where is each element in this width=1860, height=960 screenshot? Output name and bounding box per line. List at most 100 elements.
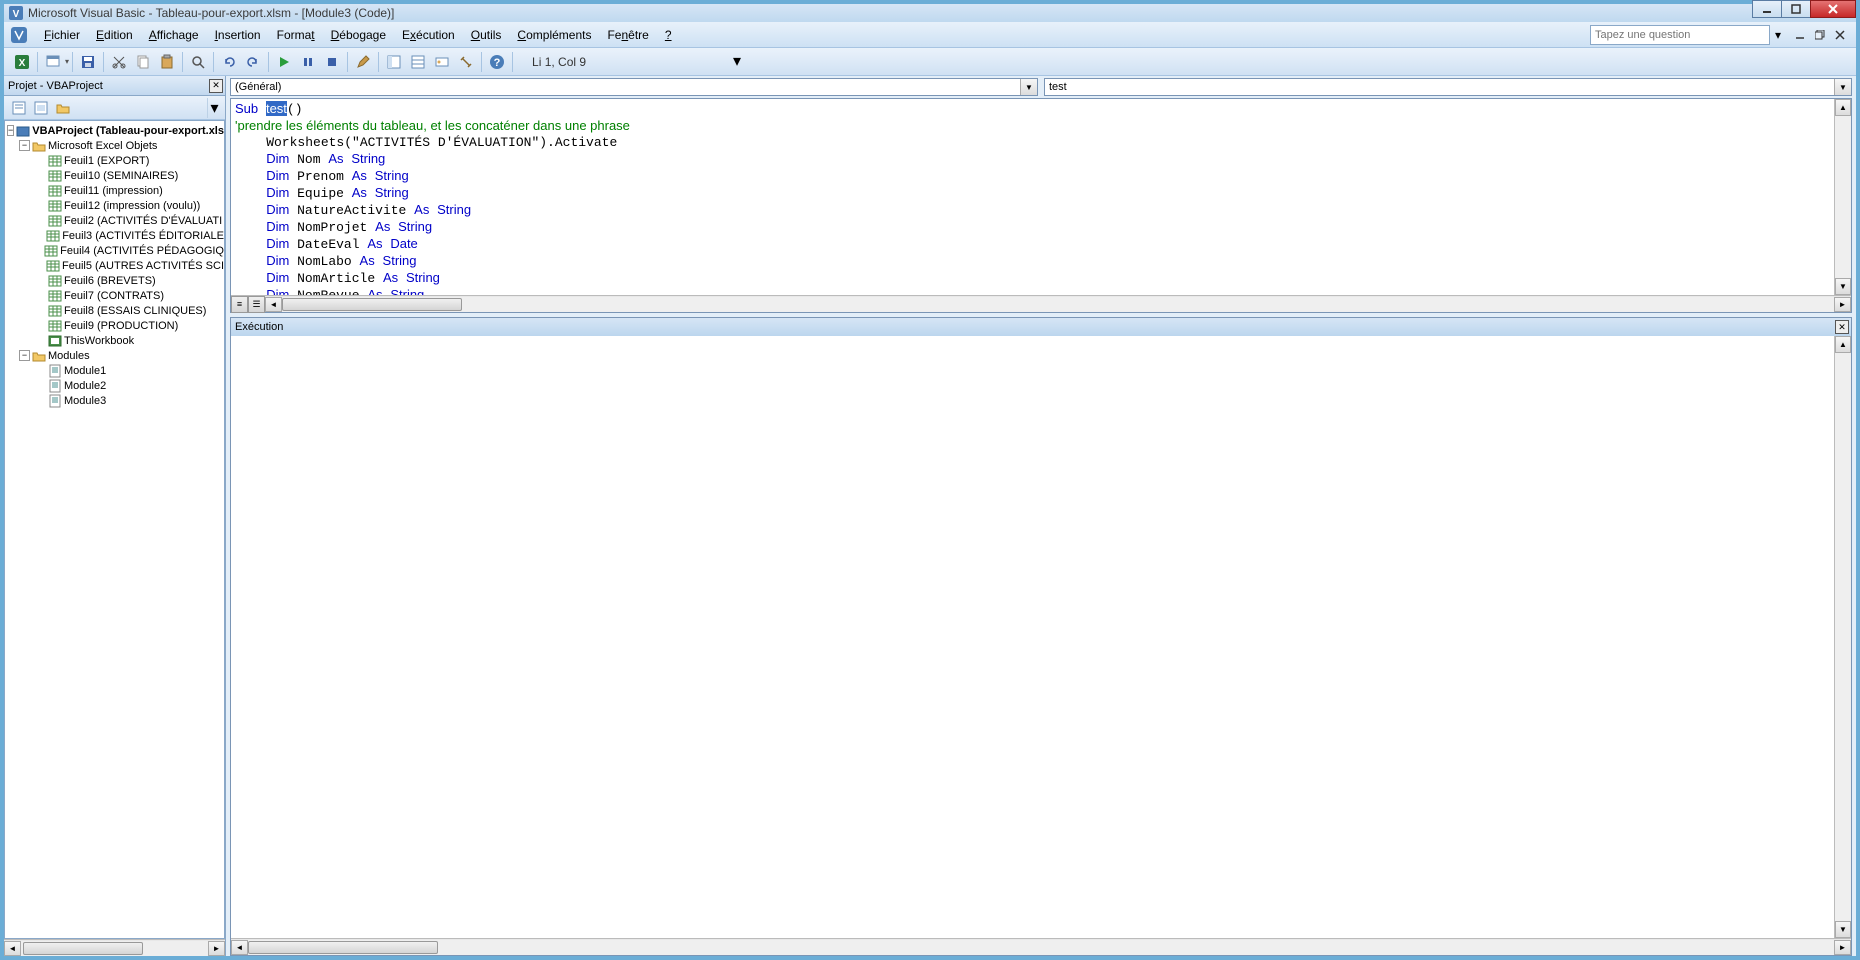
tree-sheet-item[interactable]: Feuil6 (BREVETS) (5, 273, 224, 288)
help-icon[interactable]: ? (486, 51, 508, 73)
menu-file[interactable]: Fichier (36, 25, 88, 45)
tree-module-item[interactable]: Module3 (5, 393, 224, 408)
copy-icon[interactable] (132, 51, 154, 73)
tree-sheet-item[interactable]: Feuil10 (SEMINAIRES) (5, 168, 224, 183)
panel-toolbar-scroll[interactable]: ▾ (207, 98, 221, 118)
procedure-view-button[interactable]: ≡ (231, 296, 248, 313)
menu-window[interactable]: Fenêtre (599, 25, 656, 45)
project-panel-close-button[interactable]: ✕ (209, 79, 223, 93)
tree-module-item[interactable]: Module1 (5, 363, 224, 378)
hscroll-left-arrow[interactable]: ◄ (265, 297, 282, 312)
project-explorer-icon[interactable] (383, 51, 405, 73)
hscroll-right-arrow[interactable]: ► (1834, 940, 1851, 955)
tree-sheet-item[interactable]: Feuil9 (PRODUCTION) (5, 318, 224, 333)
close-button[interactable] (1810, 0, 1856, 18)
maximize-button[interactable] (1781, 0, 1811, 18)
question-dropdown-arrow[interactable]: ▾ (1771, 24, 1785, 46)
svg-text:?: ? (494, 57, 501, 69)
hscroll-left-arrow[interactable]: ◄ (231, 940, 248, 955)
cursor-position: Li 1, Col 9 (526, 53, 592, 71)
app-icon: V (8, 5, 24, 21)
svg-text:X: X (19, 58, 26, 69)
tree-sheet-item[interactable]: Feuil7 (CONTRATS) (5, 288, 224, 303)
menu-addins[interactable]: Compléments (509, 25, 599, 45)
minimize-button[interactable] (1752, 0, 1782, 18)
code-vscroll[interactable]: ▲ ▼ (1834, 99, 1851, 295)
menu-run[interactable]: Exécution (394, 25, 463, 45)
object-browser-icon[interactable] (431, 51, 453, 73)
menu-tools[interactable]: Outils (463, 25, 510, 45)
mdi-restore-button[interactable] (1812, 27, 1828, 43)
insert-userform-icon[interactable] (42, 51, 64, 73)
break-icon[interactable] (297, 51, 319, 73)
tree-sheet-item[interactable]: Feuil2 (ACTIVITÉS D'ÉVALUATI (5, 213, 224, 228)
title-bar: V Microsoft Visual Basic - Tableau-pour-… (4, 4, 1856, 22)
project-panel-header: Projet - VBAProject ✕ (4, 76, 225, 96)
view-excel-icon[interactable]: X (11, 51, 33, 73)
immediate-vscroll[interactable]: ▲ ▼ (1834, 336, 1851, 938)
view-object-icon[interactable] (31, 98, 51, 118)
immediate-panel-title: Exécution (235, 321, 283, 333)
full-module-view-button[interactable]: ☰ (248, 296, 265, 313)
procedure-dropdown[interactable]: test ▼ (1044, 78, 1852, 96)
menu-bar: Fichier Edition Affichage Insertion Form… (4, 22, 1856, 48)
tree-root[interactable]: − VBAProject (Tableau-pour-export.xlsm) (5, 123, 224, 138)
vscroll-down-arrow[interactable]: ▼ (1835, 278, 1851, 295)
menu-help[interactable]: ? (657, 25, 680, 45)
hscroll-right-arrow[interactable]: ► (208, 941, 225, 956)
project-panel-title: Projet - VBAProject (8, 80, 103, 92)
tree-sheet-item[interactable]: Feuil4 (ACTIVITÉS PÉDAGOGIQ (5, 243, 224, 258)
cut-icon[interactable] (108, 51, 130, 73)
vscroll-up-arrow[interactable]: ▲ (1835, 99, 1851, 116)
code-area: (Général) ▼ test ▼ Sub test() 'prendre l… (226, 76, 1856, 956)
run-icon[interactable] (273, 51, 295, 73)
toolbar-overflow-arrow[interactable]: ▾ (732, 51, 742, 73)
chevron-down-icon[interactable]: ▼ (1834, 79, 1851, 95)
tree-sheet-item[interactable]: Feuil3 (ACTIVITÉS ÉDITORIALE (5, 228, 224, 243)
paste-icon[interactable] (156, 51, 178, 73)
immediate-window[interactable] (231, 336, 1834, 938)
tree-sheet-item[interactable]: Feuil11 (impression) (5, 183, 224, 198)
tree-sheet-item[interactable]: Feuil8 (ESSAIS CLINIQUES) (5, 303, 224, 318)
code-hscroll[interactable]: ≡ ☰ ◄ ► (231, 295, 1851, 312)
find-icon[interactable] (187, 51, 209, 73)
tree-sheet-item[interactable]: ThisWorkbook (5, 333, 224, 348)
tree-sheet-item[interactable]: Feuil5 (AUTRES ACTIVITÉS SCI (5, 258, 224, 273)
project-tree-hscroll[interactable]: ◄ ► (4, 939, 225, 956)
reset-icon[interactable] (321, 51, 343, 73)
vba-icon (10, 26, 28, 44)
immediate-panel-close-button[interactable]: ✕ (1835, 320, 1849, 334)
tree-sheet-item[interactable]: Feuil1 (EXPORT) (5, 153, 224, 168)
undo-icon[interactable] (218, 51, 240, 73)
tree-folder-objects[interactable]: − Microsoft Excel Objets (5, 138, 224, 153)
tree-module-item[interactable]: Module2 (5, 378, 224, 393)
menu-edit[interactable]: Edition (88, 25, 141, 45)
tree-folder-modules[interactable]: − Modules (5, 348, 224, 363)
immediate-hscroll[interactable]: ◄ ► (231, 938, 1851, 955)
project-tree[interactable]: − VBAProject (Tableau-pour-export.xlsm) … (4, 120, 225, 939)
ask-question-input[interactable] (1590, 25, 1770, 45)
vscroll-down-arrow[interactable]: ▼ (1835, 921, 1851, 938)
hscroll-right-arrow[interactable]: ► (1834, 297, 1851, 312)
mdi-close-button[interactable] (1832, 27, 1848, 43)
mdi-minimize-button[interactable] (1792, 27, 1808, 43)
toolbox-icon[interactable] (455, 51, 477, 73)
tree-sheet-item[interactable]: Feuil12 (impression (voulu)) (5, 198, 224, 213)
design-mode-icon[interactable] (352, 51, 374, 73)
toggle-folders-icon[interactable] (53, 98, 73, 118)
hscroll-left-arrow[interactable]: ◄ (4, 941, 21, 956)
insert-dropdown-arrow[interactable]: ▾ (65, 57, 69, 66)
menu-format[interactable]: Format (269, 25, 323, 45)
vscroll-up-arrow[interactable]: ▲ (1835, 336, 1851, 353)
menu-insert[interactable]: Insertion (207, 25, 269, 45)
menu-debug[interactable]: Débogage (323, 25, 394, 45)
save-icon[interactable] (77, 51, 99, 73)
properties-window-icon[interactable] (407, 51, 429, 73)
object-dropdown[interactable]: (Général) ▼ (230, 78, 1038, 96)
code-editor[interactable]: Sub test() 'prendre les éléments du tabl… (231, 99, 1834, 295)
redo-icon[interactable] (242, 51, 264, 73)
menu-view[interactable]: Affichage (141, 25, 207, 45)
svg-text:V: V (13, 9, 20, 20)
chevron-down-icon[interactable]: ▼ (1020, 79, 1037, 95)
view-code-icon[interactable] (9, 98, 29, 118)
